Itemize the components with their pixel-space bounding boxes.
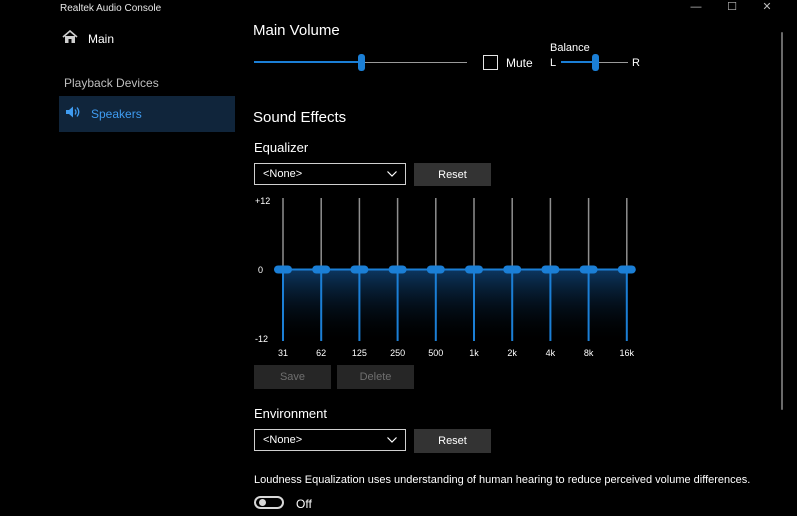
eq-band-thumb-16k[interactable]: [617, 265, 636, 274]
eq-band-label-8k: 8k: [583, 348, 594, 358]
eq-band-label-2k: 2k: [507, 348, 517, 358]
eq-band-label-125: 125: [351, 348, 367, 358]
eq-band-thumb-250[interactable]: [388, 265, 407, 274]
main-volume-heading: Main Volume: [253, 22, 340, 39]
loudness-toggle[interactable]: [254, 496, 284, 509]
sidebar-item-speakers-label: Speakers: [91, 107, 142, 121]
window-title: Realtek Audio Console: [60, 3, 162, 14]
balance-fill: [561, 61, 595, 63]
eq-band-thumb-4k[interactable]: [541, 265, 560, 274]
eq-scale-top: +12: [255, 196, 271, 206]
equalizer-preset-value: <None>: [263, 168, 303, 180]
eq-band-thumb-31[interactable]: [274, 265, 292, 274]
mute-label: Mute: [506, 55, 533, 70]
delete-preset-button[interactable]: Delete: [337, 365, 414, 389]
maximize-button[interactable]: ☐: [717, 0, 747, 16]
save-preset-button[interactable]: Save: [254, 365, 331, 389]
main-volume-slider[interactable]: [254, 54, 467, 71]
eq-scale-mid: 0: [258, 265, 264, 275]
eq-band-label-1k: 1k: [469, 348, 479, 358]
balance-left-label: L: [550, 57, 557, 69]
eq-band-thumb-500[interactable]: [426, 265, 445, 274]
loudness-description: Loudness Equalization uses understanding…: [254, 474, 751, 486]
speaker-icon: [65, 105, 81, 124]
eq-band-label-4k: 4k: [545, 348, 556, 358]
loudness-state-label: Off: [296, 497, 312, 511]
home-icon: [62, 29, 78, 49]
close-button[interactable]: ✕: [752, 0, 782, 16]
minimize-button[interactable]: —: [681, 0, 711, 16]
sidebar-item-main-label: Main: [88, 32, 115, 46]
sidebar-section-heading: Playback Devices: [64, 76, 159, 90]
mute-checkbox-box[interactable]: [483, 55, 498, 70]
sidebar-item-main[interactable]: Main: [62, 28, 232, 50]
balance-label: Balance: [550, 42, 590, 54]
eq-band-thumb-8k[interactable]: [579, 265, 598, 274]
balance-thumb[interactable]: [592, 54, 599, 71]
scrollbar[interactable]: [781, 32, 783, 410]
eq-area-fill: [283, 269, 627, 341]
eq-scale-bottom: -12: [255, 334, 269, 344]
sound-effects-heading: Sound Effects: [253, 109, 347, 126]
environment-value: <None>: [263, 434, 303, 446]
eq-band-thumb-2k[interactable]: [503, 265, 522, 274]
eq-band-label-500: 500: [428, 348, 444, 358]
environment-label: Environment: [254, 406, 327, 421]
chevron-down-icon: [387, 168, 397, 180]
eq-band-label-16k: 16k: [619, 348, 635, 358]
equalizer-reset-button[interactable]: Reset: [414, 163, 491, 186]
equalizer-graph: [274, 198, 636, 341]
main-volume-fill: [254, 61, 361, 63]
main-volume-thumb[interactable]: [358, 54, 365, 71]
chevron-down-icon: [387, 434, 397, 446]
environment-reset-button[interactable]: Reset: [414, 429, 491, 453]
equalizer-preset-select[interactable]: <None>: [254, 163, 406, 185]
eq-band-thumb-125[interactable]: [350, 265, 369, 274]
eq-band-label-31: 31: [277, 348, 288, 358]
equalizer-band-labels: 31 62 125 250 500 1k 2k 4k 8k 16k: [270, 348, 642, 360]
balance-slider[interactable]: [561, 54, 628, 71]
balance-right-label: R: [632, 57, 640, 69]
sidebar-item-speakers[interactable]: Speakers: [59, 96, 235, 132]
equalizer-label: Equalizer: [254, 140, 309, 155]
loudness-toggle-knob: [259, 499, 266, 506]
eq-band-thumb-1k[interactable]: [465, 265, 483, 274]
eq-band-thumb-62[interactable]: [312, 265, 331, 274]
eq-band-label-250: 250: [390, 348, 406, 358]
mute-checkbox[interactable]: Mute: [483, 55, 533, 70]
eq-band-label-62: 62: [316, 348, 327, 358]
environment-select[interactable]: <None>: [254, 429, 406, 451]
